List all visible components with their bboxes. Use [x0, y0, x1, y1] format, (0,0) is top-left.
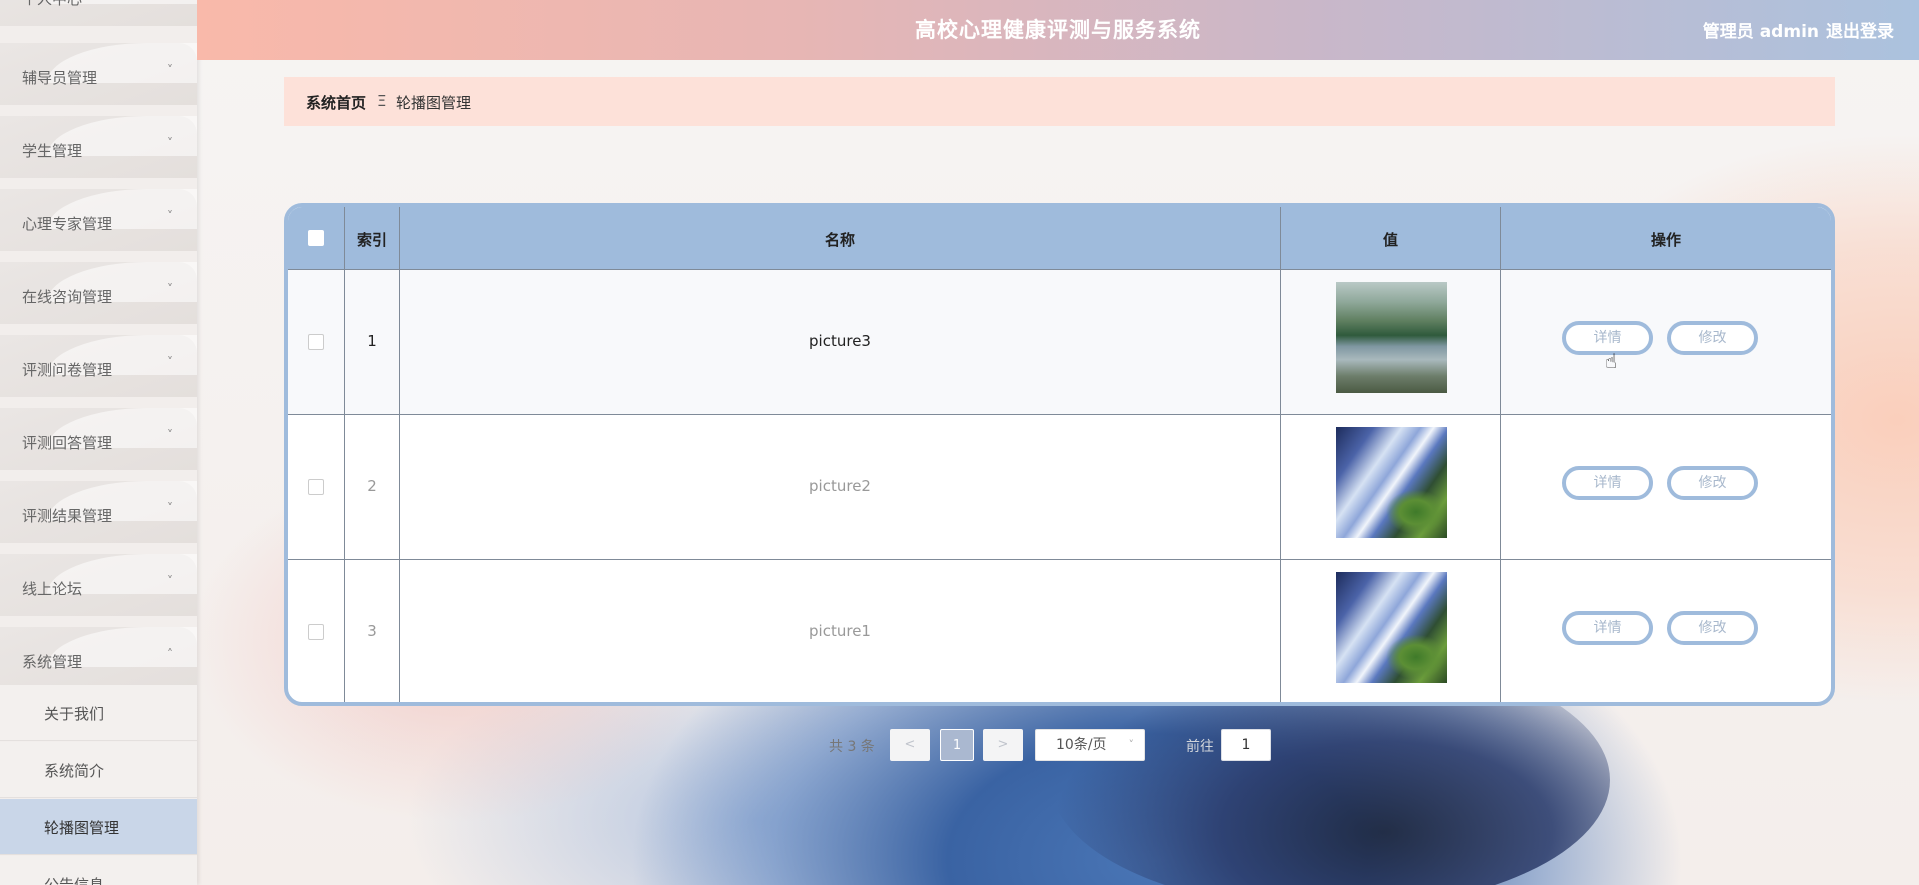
waterfall-image: [1336, 427, 1447, 538]
row-name: picture2: [809, 477, 871, 495]
pagination-total: 共 3 条: [829, 739, 875, 755]
next-page-button[interactable]: >: [983, 729, 1023, 761]
page-number-button[interactable]: 1: [940, 729, 974, 761]
sidebar-item-forum[interactable]: 线上论坛 ˅: [0, 554, 197, 616]
breadcrumb-home-link[interactable]: 系统首页: [306, 92, 366, 113]
table-row: 3 picture1 详情 修改: [288, 559, 1831, 702]
chevron-up-icon: ˄: [167, 647, 173, 661]
sidebar-item-system-management[interactable]: 系统管理 ˄: [0, 627, 197, 689]
sidebar-item-result-management[interactable]: 评测结果管理 ˅: [0, 481, 197, 543]
detail-button[interactable]: 详情: [1562, 466, 1653, 500]
goto-page-input[interactable]: 1: [1221, 729, 1271, 761]
edit-button[interactable]: 修改: [1667, 321, 1758, 355]
column-header-value: 值: [1382, 231, 1398, 249]
row-checkbox[interactable]: [308, 334, 324, 350]
select-all-checkbox[interactable]: [308, 230, 324, 246]
row-checkbox[interactable]: [308, 624, 324, 640]
sidebar: 个人中心 ˅ 辅导员管理 ˅ 学生管理 ˅ 心理专家管理 ˅ 在线咨询管理 ˅ …: [0, 0, 197, 885]
waterfall-image: [1336, 572, 1447, 683]
row-index: 1: [367, 332, 377, 350]
row-index: 3: [367, 622, 377, 640]
table-header: 索引 名称 值 操作: [288, 207, 1831, 269]
table-row: 1 picture3 详情 修改: [288, 269, 1831, 414]
column-header-index: 索引: [356, 231, 387, 249]
chevron-down-icon: ˅: [167, 501, 173, 515]
logout-button[interactable]: 退出登录: [1826, 17, 1894, 42]
sidebar-subitem-announcements[interactable]: 公告信息: [0, 856, 197, 885]
breadcrumb: 系统首页 Ξ 轮播图管理: [284, 77, 1835, 126]
table-row: 2 picture2 详情 修改: [288, 414, 1831, 559]
chevron-down-icon: ˅: [167, 428, 173, 442]
sidebar-item-questionnaire-management[interactable]: 评测问卷管理 ˅: [0, 335, 197, 397]
sidebar-item-label: 评测问卷管理: [22, 361, 113, 379]
page-size-value: 10条/页: [1056, 737, 1107, 753]
sidebar-item-label: 线上论坛: [22, 580, 83, 598]
sidebar-item-label: 辅导员管理: [22, 69, 98, 87]
sidebar-subitem-about-us[interactable]: 关于我们: [0, 685, 197, 741]
chevron-down-icon: ˅: [167, 282, 173, 296]
sidebar-item-label: 学生管理: [22, 142, 83, 160]
edit-button[interactable]: 修改: [1667, 466, 1758, 500]
sidebar-subitem-label: 系统简介: [44, 762, 105, 780]
carousel-table: 索引 名称 值 操作 1 picture3 详情 修改 2 picture2 详…: [284, 203, 1835, 706]
sidebar-item-label: 系统管理: [22, 653, 83, 671]
sidebar-subitem-label: 公告信息: [44, 876, 105, 885]
column-header-actions: 操作: [1650, 231, 1681, 249]
sidebar-subitem-label: 轮播图管理: [44, 819, 120, 837]
top-header: 高校心理健康评测与服务系统 管理员 admin 退出登录: [197, 0, 1919, 60]
sidebar-subitem-carousel-management[interactable]: 轮播图管理: [0, 799, 197, 855]
row-index: 2: [367, 477, 377, 495]
sidebar-item-counselor-management[interactable]: 辅导员管理 ˅: [0, 43, 197, 105]
page-size-select[interactable]: 10条/页 ˅: [1035, 729, 1145, 761]
chevron-down-icon: ˅: [1128, 738, 1135, 751]
column-header-name: 名称: [824, 231, 855, 249]
sidebar-subitem-label: 关于我们: [44, 705, 105, 723]
sidebar-item-student-management[interactable]: 学生管理 ˅: [0, 116, 197, 178]
sidebar-item-label: 在线咨询管理: [22, 288, 113, 306]
edit-button[interactable]: 修改: [1667, 611, 1758, 645]
row-checkbox[interactable]: [308, 479, 324, 495]
detail-button[interactable]: 详情: [1562, 611, 1653, 645]
sidebar-item-label: 心理专家管理: [22, 215, 113, 233]
sidebar-item-label: 个人中心: [22, 0, 82, 9]
lake-landscape-image: [1336, 282, 1447, 393]
sidebar-item-expert-management[interactable]: 心理专家管理 ˅: [0, 189, 197, 251]
app-title: 高校心理健康评测与服务系统: [915, 18, 1201, 42]
chevron-down-icon: ˅: [167, 63, 173, 77]
current-user: 管理员 admin: [1702, 22, 1819, 42]
row-name: picture3: [809, 332, 871, 350]
row-name: picture1: [809, 622, 871, 640]
sidebar-item-label: 评测回答管理: [22, 434, 113, 452]
breadcrumb-separator-icon: Ξ: [377, 92, 387, 110]
breadcrumb-current: 轮播图管理: [396, 94, 472, 112]
sidebar-item-consultation-management[interactable]: 在线咨询管理 ˅: [0, 262, 197, 324]
sidebar-subitem-system-intro[interactable]: 系统简介: [0, 742, 197, 798]
sidebar-item-label: 评测结果管理: [22, 507, 113, 525]
goto-label: 前往: [1186, 739, 1214, 755]
hand-cursor-icon: ☝: [1605, 349, 1618, 373]
chevron-down-icon: ˅: [167, 209, 173, 223]
sidebar-item-answer-management[interactable]: 评测回答管理 ˅: [0, 408, 197, 470]
chevron-down-icon: ˅: [167, 574, 173, 588]
sidebar-item-personal-center[interactable]: 个人中心 ˅: [0, 0, 197, 26]
prev-page-button[interactable]: <: [890, 729, 930, 761]
chevron-down-icon: ˅: [167, 355, 173, 369]
chevron-down-icon: ˅: [167, 136, 173, 150]
